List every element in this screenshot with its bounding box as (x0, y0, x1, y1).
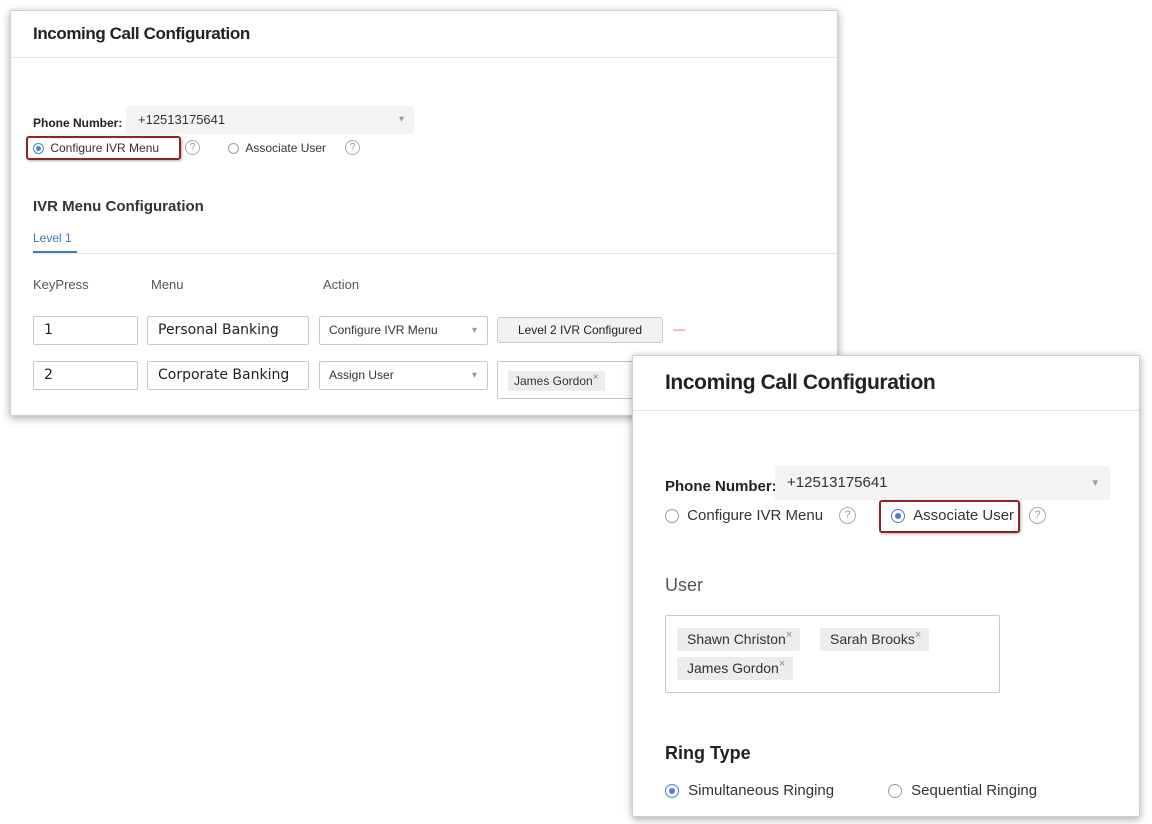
close-icon[interactable]: × (593, 372, 599, 383)
radio-selected-icon (891, 509, 905, 524)
radio-sequential-ringing[interactable]: Sequential Ringing (888, 782, 1037, 799)
phone-number-label: Phone Number: (33, 116, 123, 130)
remove-row-icon[interactable]: — (673, 322, 685, 336)
keypress-input[interactable]: 1 (33, 316, 138, 345)
radio-label: Configure IVR Menu (50, 141, 160, 155)
ring-type-title: Ring Type (665, 743, 751, 763)
radio-label: Simultaneous Ringing (688, 782, 835, 799)
divider (33, 253, 837, 254)
chevron-down-icon: ▾ (1092, 477, 1098, 489)
panel-title: Incoming Call Configuration (633, 356, 1139, 411)
radio-configure-ivr[interactable]: Configure IVR Menu (33, 141, 159, 155)
radio-simultaneous-ringing[interactable]: Simultaneous Ringing (665, 782, 834, 799)
radio-selected-icon (33, 143, 44, 155)
help-icon[interactable]: ? (1029, 507, 1046, 524)
radio-label: Configure IVR Menu (687, 507, 824, 524)
col-keypress: KeyPress (33, 277, 89, 292)
radio-label: Associate User (245, 141, 327, 155)
action-value: Configure IVR Menu (329, 323, 438, 337)
radio-unselected-icon (665, 509, 679, 524)
user-chip: James Gordon× (677, 657, 794, 680)
radio-label: Sequential Ringing (911, 782, 1038, 799)
close-icon[interactable]: × (915, 629, 921, 641)
users-multiselect[interactable]: Shawn Christon× Sarah Brooks× James Gord… (665, 615, 1000, 693)
user-chip: Sarah Brooks× (820, 628, 930, 651)
level-2-ivr-button[interactable]: Level 2 IVR Configured (497, 317, 663, 343)
tab-level-1[interactable]: Level 1 (33, 231, 72, 245)
radio-associate-user[interactable]: Associate User (228, 141, 326, 155)
phone-number-select[interactable]: +12513175641 ▾ (126, 106, 414, 134)
user-chip: Shawn Christon× (677, 628, 801, 651)
radio-unselected-icon (228, 143, 239, 155)
associate-user-panel: Incoming Call Configuration Phone Number… (632, 355, 1140, 817)
phone-number-label: Phone Number: (665, 478, 777, 495)
user-chip: James Gordon× (508, 371, 605, 391)
keypress-input[interactable]: 2 (33, 361, 138, 390)
menu-name-input[interactable]: Personal Banking (147, 316, 309, 345)
radio-selected-icon (665, 784, 679, 799)
panel-title: Incoming Call Configuration (11, 11, 837, 58)
radio-label: Associate User (913, 507, 1015, 524)
col-menu: Menu (151, 277, 184, 292)
chip-label: Shawn Christon (687, 631, 786, 647)
radio-configure-ivr[interactable]: Configure IVR Menu (665, 507, 823, 524)
phone-number-select[interactable]: +12513175641 ▾ (775, 466, 1110, 500)
chevron-down-icon: ▾ (471, 325, 477, 336)
user-section-title: User (665, 575, 704, 595)
radio-associate-user[interactable]: Associate User (891, 507, 1014, 524)
chevron-down-icon: ▾ (398, 114, 404, 125)
help-icon[interactable]: ? (345, 140, 360, 155)
action-value: Assign User (329, 368, 394, 382)
phone-number-value: +12513175641 (787, 474, 888, 491)
chip-label: James Gordon (687, 660, 779, 676)
help-icon[interactable]: ? (185, 140, 200, 155)
chevron-down-icon: ▾ (471, 370, 477, 381)
action-select[interactable]: Configure IVR Menu ▾ (319, 316, 488, 345)
section-title: IVR Menu Configuration (33, 198, 204, 215)
close-icon[interactable]: × (786, 629, 792, 641)
help-icon[interactable]: ? (839, 507, 856, 524)
chip-label: Sarah Brooks (830, 631, 915, 647)
menu-name-input[interactable]: Corporate Banking (147, 361, 309, 390)
close-icon[interactable]: × (779, 658, 785, 670)
col-action: Action (323, 277, 360, 292)
chip-label: James Gordon (514, 374, 593, 388)
radio-unselected-icon (888, 784, 902, 799)
action-select[interactable]: Assign User ▾ (319, 361, 488, 390)
phone-number-value: +12513175641 (138, 112, 226, 127)
